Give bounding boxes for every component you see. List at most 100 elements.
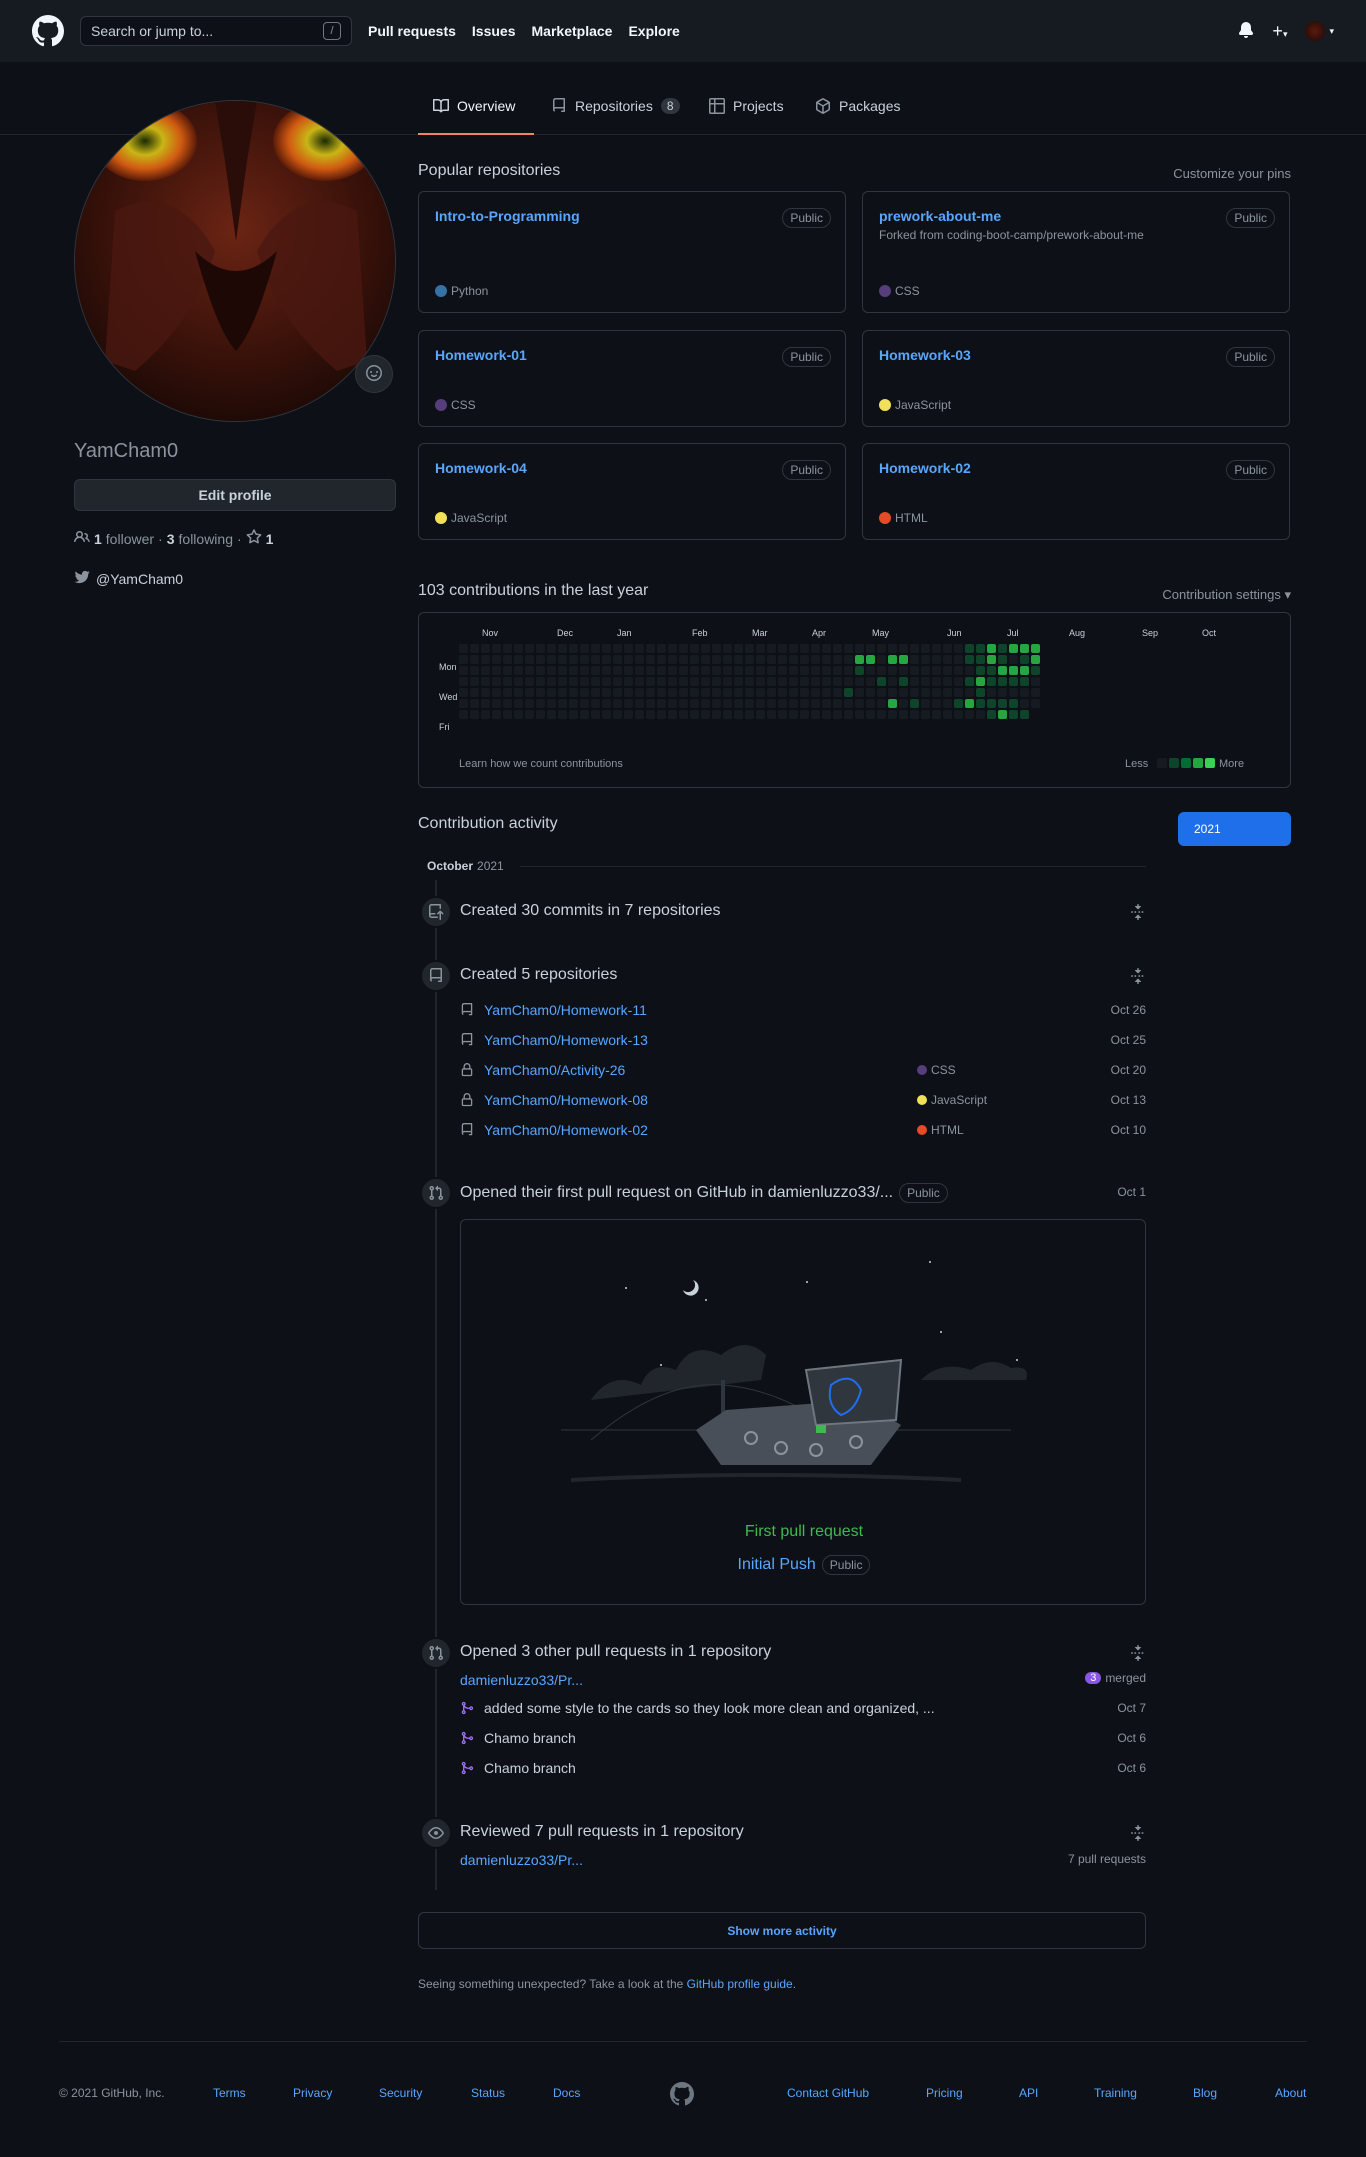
tab-repositories[interactable]: Repositories 8 (551, 98, 680, 135)
contribution-day-cell (701, 699, 710, 708)
language-name: CSS (931, 1063, 956, 1077)
nav-explore[interactable]: Explore (628, 23, 679, 39)
year-2021-button[interactable]: 2021 (1178, 812, 1291, 846)
reviewed-repo-link[interactable]: damienluzzo33/Pr... (460, 1852, 583, 1868)
followers-count[interactable]: 1 (94, 531, 102, 547)
search-input[interactable]: Search or jump to... / (80, 16, 352, 46)
fold-icon[interactable] (1130, 904, 1146, 923)
profile-avatar[interactable] (74, 100, 396, 422)
contribution-day-cell (734, 699, 743, 708)
contribution-day-cell (767, 710, 776, 719)
tab-projects[interactable]: Projects (709, 98, 784, 135)
following-label[interactable]: following (179, 531, 233, 547)
pinned-repo-card: Homework-01 Public CSS (418, 330, 846, 427)
first-pr-text[interactable]: Opened their first pull request on GitHu… (460, 1184, 893, 1202)
contribution-day-cell (657, 644, 666, 653)
fold-icon[interactable] (1130, 968, 1146, 987)
other-prs-summary: Opened 3 other pull requests in 1 reposi… (460, 1643, 772, 1660)
contribution-day-cell (1020, 677, 1029, 686)
pr-repo-link[interactable]: damienluzzo33/Pr... (460, 1672, 583, 1688)
contribution-day-cell (756, 710, 765, 719)
footer-link-privacy[interactable]: Privacy (293, 2086, 332, 2100)
contribution-day-cell (657, 655, 666, 664)
fold-icon[interactable] (1130, 1825, 1146, 1844)
footer-link-api[interactable]: API (1019, 2086, 1038, 2100)
contribution-day-cell (536, 699, 545, 708)
pinned-repo-name[interactable]: Homework-04 (435, 460, 527, 476)
followers-label[interactable]: follower (106, 531, 154, 547)
contribution-day-cell (547, 699, 556, 708)
pr-date: Oct 7 (1117, 1701, 1146, 1715)
nav-marketplace[interactable]: Marketplace (532, 23, 613, 39)
contribution-day-cell (690, 710, 699, 719)
pinned-repo-name[interactable]: Intro-to-Programming (435, 208, 580, 224)
fold-icon[interactable] (1130, 1645, 1146, 1664)
language-name: HTML (895, 511, 928, 525)
contribution-day-cell (712, 666, 721, 675)
footer-link-security[interactable]: Security (379, 2086, 422, 2100)
contribution-day-cell (888, 710, 897, 719)
tab-packages[interactable]: Packages (815, 98, 900, 135)
contribution-day-cell (569, 644, 578, 653)
following-count[interactable]: 3 (167, 531, 175, 547)
footer-link-terms[interactable]: Terms (213, 2086, 246, 2100)
legend-cell (1205, 758, 1215, 768)
plus-dropdown-icon[interactable]: +▾ (1272, 21, 1287, 42)
contribution-settings-dropdown[interactable]: Contribution settings ▾ (1162, 587, 1291, 603)
contribution-day-cell (635, 666, 644, 675)
pinned-repo-name[interactable]: Homework-01 (435, 347, 527, 363)
reviewed-count[interactable]: 7 pull requests (1068, 1852, 1146, 1866)
created-repo-link[interactable]: YamCham0/Homework-08 (484, 1092, 648, 1108)
top-header: Search or jump to... / Pull requests Iss… (0, 0, 1366, 62)
tab-overview[interactable]: Overview (418, 98, 534, 135)
footer-link-contact[interactable]: Contact GitHub (787, 2086, 869, 2100)
stars-count[interactable]: 1 (266, 531, 274, 547)
contribution-day-cell (580, 666, 589, 675)
github-profile-guide-link[interactable]: GitHub profile guide. (687, 1977, 796, 1991)
bell-icon[interactable] (1238, 21, 1254, 41)
set-status-button[interactable] (355, 355, 393, 393)
pr-title[interactable]: Chamo branch (484, 1760, 576, 1776)
created-repo-link[interactable]: YamCham0/Homework-13 (484, 1032, 648, 1048)
footer-link-status[interactable]: Status (471, 2086, 505, 2100)
user-avatar-dropdown[interactable]: ▾ (1305, 21, 1334, 41)
footer-link-about[interactable]: About (1275, 2086, 1306, 2100)
smiley-icon (366, 364, 382, 384)
contribution-day-cell (459, 710, 468, 719)
pr-title[interactable]: Chamo branch (484, 1730, 576, 1746)
edit-profile-button[interactable]: Edit profile (74, 479, 396, 511)
footer-link-docs[interactable]: Docs (553, 2086, 580, 2100)
contribution-day-cell (756, 644, 765, 653)
contribution-day-cell (481, 688, 490, 697)
book-icon (433, 98, 450, 117)
contribution-day-cell (624, 644, 633, 653)
fork-source[interactable]: Forked from coding-boot-camp/prework-abo… (879, 228, 1273, 242)
pinned-repo-name[interactable]: Homework-03 (879, 347, 971, 363)
footer-link-training[interactable]: Training (1094, 2086, 1137, 2100)
star-icon[interactable] (246, 529, 262, 548)
first-pr-title-link[interactable]: Initial Push (738, 1556, 816, 1574)
nav-issues[interactable]: Issues (472, 23, 516, 39)
pr-title[interactable]: added some style to the cards so they lo… (484, 1700, 935, 1716)
nav-pull-requests[interactable]: Pull requests (368, 23, 456, 39)
contribution-day-cell (569, 655, 578, 664)
commits-summary[interactable]: Created 30 commits in 7 repositories (460, 902, 721, 920)
created-repo-row: YamCham0/Activity-26 CSS Oct 20 (460, 1059, 1146, 1081)
customize-pins-link[interactable]: Customize your pins (1173, 166, 1291, 181)
contribution-day-cell (954, 688, 963, 697)
created-repo-link[interactable]: YamCham0/Activity-26 (484, 1062, 625, 1078)
pinned-repo-name[interactable]: prework-about-me (879, 208, 1001, 224)
github-logo-icon[interactable] (32, 15, 64, 47)
created-repo-link[interactable]: YamCham0/Homework-02 (484, 1122, 648, 1138)
github-mark-icon[interactable] (670, 2082, 694, 2109)
contribution-day-cell (745, 666, 754, 675)
contribution-day-cell (690, 699, 699, 708)
created-repo-link[interactable]: YamCham0/Homework-11 (484, 1002, 647, 1018)
contribution-day-cell (811, 710, 820, 719)
pinned-repo-name[interactable]: Homework-02 (879, 460, 971, 476)
footer-link-pricing[interactable]: Pricing (926, 2086, 963, 2100)
contribution-day-cell (932, 644, 941, 653)
footer-link-blog[interactable]: Blog (1193, 2086, 1217, 2100)
twitter-link[interactable]: @YamCham0 (74, 569, 183, 588)
show-more-activity-button[interactable]: Show more activity (418, 1912, 1146, 1949)
